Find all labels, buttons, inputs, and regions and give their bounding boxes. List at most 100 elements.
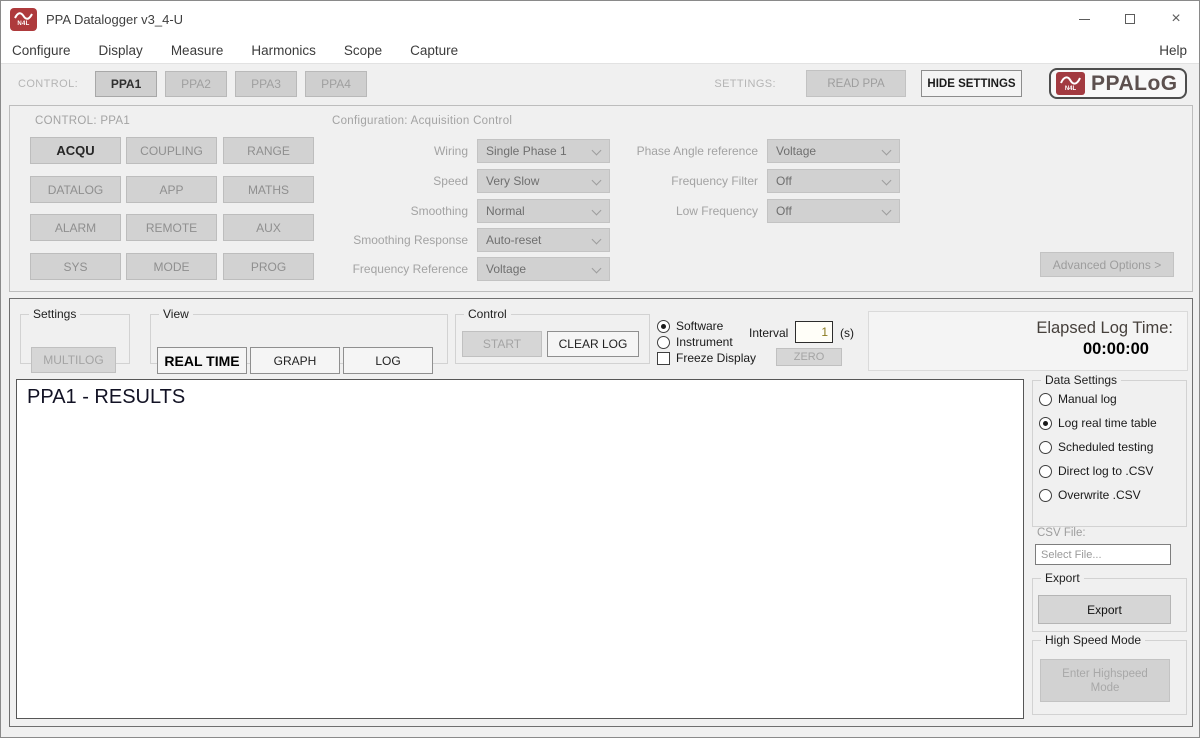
export-group: Export Export [1032, 578, 1187, 632]
wiring-dropdown[interactable]: Single Phase 1 [477, 139, 610, 163]
coupling-button[interactable]: COUPLING [126, 137, 217, 164]
frequency-filter-label: Frequency Filter [605, 174, 758, 188]
overwrite-csv-label: Overwrite .CSV [1058, 488, 1141, 502]
maximize-button[interactable] [1107, 1, 1153, 37]
phase-angle-reference-label: Phase Angle reference [605, 144, 758, 158]
phase-angle-reference-dropdown[interactable]: Voltage [767, 139, 900, 163]
smoothing-response-dropdown[interactable]: Auto-reset [477, 228, 610, 252]
advanced-options-button[interactable]: Advanced Options > [1040, 252, 1174, 277]
highspeed-button-line1: Enter Highspeed [1062, 667, 1148, 681]
freeze-display-checkbox[interactable] [657, 352, 670, 365]
ppa1-button[interactable]: PPA1 [95, 71, 157, 97]
speed-dropdown[interactable]: Very Slow [477, 169, 610, 193]
frequency-filter-value: Off [776, 174, 792, 188]
read-ppa-button[interactable]: READ PPA [806, 70, 906, 97]
panel-control-label: CONTROL: PPA1 [35, 115, 130, 127]
interval-unit-label: (s) [840, 326, 854, 340]
real-time-view-button[interactable]: REAL TIME [157, 347, 247, 374]
sys-button[interactable]: SYS [30, 253, 121, 280]
clear-log-button[interactable]: CLEAR LOG [547, 331, 639, 357]
zero-button[interactable]: ZERO [776, 348, 842, 366]
instrument-radio[interactable] [657, 336, 670, 349]
control-group-title: Control [464, 307, 511, 321]
low-frequency-dropdown[interactable]: Off [767, 199, 900, 223]
wiring-label: Wiring [260, 144, 468, 158]
export-group-title: Export [1041, 571, 1084, 585]
overwrite-csv-radio[interactable] [1039, 489, 1052, 502]
close-button[interactable]: × [1153, 1, 1199, 37]
instrument-radio-row[interactable]: Instrument [657, 335, 733, 349]
smoothing-label: Smoothing [260, 204, 468, 218]
hide-settings-button[interactable]: HIDE SETTINGS [921, 70, 1022, 97]
alarm-button[interactable]: ALARM [30, 214, 121, 241]
frequency-filter-dropdown[interactable]: Off [767, 169, 900, 193]
remote-button[interactable]: REMOTE [126, 214, 217, 241]
datalog-button[interactable]: DATALOG [30, 176, 121, 203]
smoothing-dropdown[interactable]: Normal [477, 199, 610, 223]
software-radio-row[interactable]: Software [657, 319, 723, 333]
scheduled-testing-radio[interactable] [1039, 441, 1052, 454]
interval-input[interactable] [795, 321, 833, 343]
sine-wave-icon [14, 12, 33, 21]
menu-measure[interactable]: Measure [157, 37, 238, 63]
frequency-reference-dropdown[interactable]: Voltage [477, 257, 610, 281]
direct-log-csv-radio[interactable] [1039, 465, 1052, 478]
csv-file-input[interactable] [1035, 544, 1171, 565]
manual-log-radio[interactable] [1039, 393, 1052, 406]
main-panel: Settings MULTILOG View REAL TIME GRAPH L… [9, 298, 1193, 727]
freeze-display-row[interactable]: Freeze Display [657, 351, 756, 365]
menu-harmonics[interactable]: Harmonics [237, 37, 330, 63]
log-view-button[interactable]: LOG [343, 347, 433, 374]
n4l-icon-label: N4L [17, 21, 29, 27]
minimize-button[interactable] [1061, 1, 1107, 37]
chevron-down-icon [592, 176, 602, 186]
software-radio[interactable] [657, 320, 670, 333]
elapsed-time-value: 00:00:00 [869, 340, 1149, 359]
maximize-icon [1125, 14, 1135, 24]
menu-display[interactable]: Display [85, 37, 157, 63]
scheduled-testing-label: Scheduled testing [1058, 440, 1153, 454]
menu-configure[interactable]: Configure [1, 37, 85, 63]
overwrite-csv-row[interactable]: Overwrite .CSV [1039, 488, 1141, 502]
smoothing-response-label: Smoothing Response [260, 233, 468, 247]
n4l-app-icon: N4L [10, 8, 37, 31]
csv-file-label: CSV File: [1037, 527, 1086, 539]
manual-log-row[interactable]: Manual log [1039, 392, 1117, 406]
freeze-display-label: Freeze Display [676, 351, 756, 365]
chevron-down-icon [882, 206, 892, 216]
start-button[interactable]: START [462, 331, 542, 357]
graph-view-button[interactable]: GRAPH [250, 347, 340, 374]
ppa4-button[interactable]: PPA4 [305, 71, 367, 97]
menu-scope[interactable]: Scope [330, 37, 396, 63]
chevron-down-icon [882, 176, 892, 186]
frequency-reference-label: Frequency Reference [260, 262, 468, 276]
app-button[interactable]: APP [126, 176, 217, 203]
settings-group: Settings MULTILOG [20, 314, 130, 364]
enter-highspeed-mode-button[interactable]: Enter Highspeed Mode [1040, 659, 1170, 702]
log-real-time-radio[interactable] [1039, 417, 1052, 430]
mode-button[interactable]: MODE [126, 253, 217, 280]
ppalog-logo: N4L PPALoG [1049, 68, 1187, 99]
close-icon: × [1171, 11, 1180, 27]
direct-log-csv-row[interactable]: Direct log to .CSV [1039, 464, 1153, 478]
low-frequency-label: Low Frequency [605, 204, 758, 218]
menu-help[interactable]: Help [1147, 37, 1199, 63]
acqu-button[interactable]: ACQU [30, 137, 121, 164]
ppa2-button[interactable]: PPA2 [165, 71, 227, 97]
interval-label: Interval [749, 326, 788, 340]
settings-panel: CONTROL: PPA1 Configuration: Acquisition… [9, 105, 1193, 292]
log-real-time-row[interactable]: Log real time table [1039, 416, 1157, 430]
ppalog-logo-text: PPALoG [1091, 72, 1178, 96]
results-title: PPA1 - RESULTS [27, 386, 185, 409]
ppa3-button[interactable]: PPA3 [235, 71, 297, 97]
settings-label: SETTINGS: [714, 78, 776, 90]
multilog-button[interactable]: MULTILOG [31, 347, 116, 373]
n4l-icon-label: N4L [1065, 86, 1076, 92]
control-toolbar: CONTROL: PPA1 PPA2 PPA3 PPA4 SETTINGS: R… [1, 63, 1199, 103]
scheduled-testing-row[interactable]: Scheduled testing [1039, 440, 1153, 454]
panel-config-label: Configuration: Acquisition Control [332, 115, 512, 127]
chevron-down-icon [592, 146, 602, 156]
export-button[interactable]: Export [1038, 595, 1171, 624]
menu-capture[interactable]: Capture [396, 37, 472, 63]
elapsed-time-box: Elapsed Log Time: 00:00:00 [868, 311, 1188, 371]
